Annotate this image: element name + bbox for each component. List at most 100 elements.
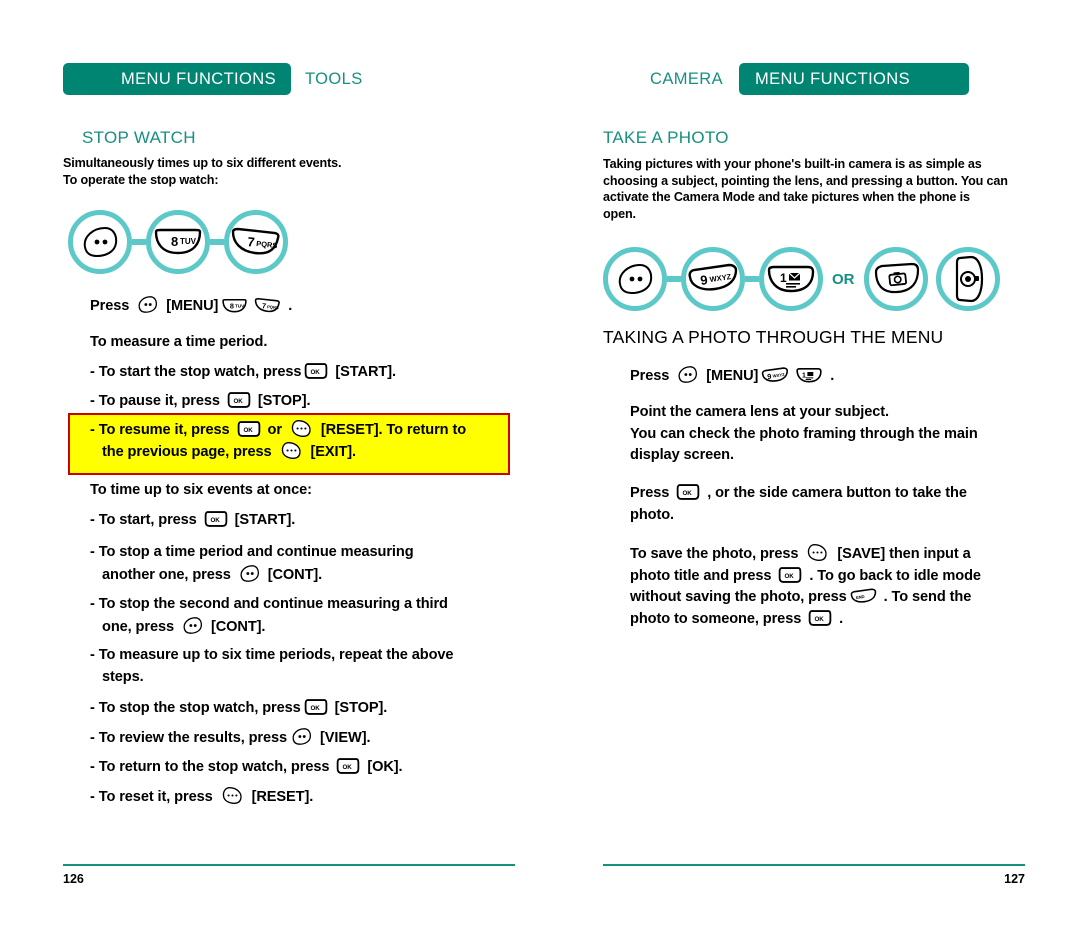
right-subtitle: TAKING A PHOTO THROUGH THE MENU [603,327,944,347]
keyflow-key-1: 1 [759,247,823,311]
left-step-repeat: - To measure up to six time periods, rep… [90,645,540,688]
highlight-text-mid: or [267,422,283,438]
camera-key-icon [870,262,922,296]
highlight-text-b: [EXIT]. [310,444,356,460]
left-page: MENU FUNCTIONS TOOLS STOP WATCH Simultan… [55,0,535,932]
ok-key-icon: OK [336,757,360,775]
step-text-b: [CONT]. [210,618,266,635]
right-press-paragraph: Press OK , or the side camera button to … [630,483,1060,526]
svg-text:8: 8 [171,234,178,249]
left-step-stop: - To stop the stop watch, press OK [STOP… [90,698,387,720]
left-footer-rule [63,864,515,866]
right-page-header: CAMERA MENU FUNCTIONS [650,63,969,95]
keyflow-key-7: 7 PQRS [224,210,288,274]
keyflow-connector [667,276,681,282]
right-page: CAMERA MENU FUNCTIONS TAKE A PHOTO Takin… [595,0,1075,932]
left-measure-heading: To measure a time period. [90,334,268,350]
step-text-pre: - To stop the stop watch, press [90,700,301,716]
svg-text:TUV: TUV [235,304,245,309]
key-7-icon: 7 PQRS [254,297,281,314]
ok-key-icon: OK [778,566,802,584]
highlight-text-a: - To resume it, press [90,422,230,438]
keyflow-connector [745,276,759,282]
right-intro-text: Taking pictures with your phone's built-… [603,157,1008,221]
step-text-post: [RESET]. [251,789,314,805]
save-text-a: without saving the photo, press [630,589,847,605]
key-8-icon: 8 TUV [152,227,204,257]
press-label: Press [90,298,130,314]
step-line-1: - To stop the second and continue measur… [90,596,448,612]
svg-text:OK: OK [310,705,320,712]
keyflow-camera-key [863,247,928,311]
svg-text:OK: OK [233,398,243,405]
step-text-pre: - To review the results, press [90,730,288,746]
press-text-line2: photo. [630,506,674,523]
step-text-b: [CONT]. [267,566,323,583]
left-step-cont-2: - To stop the second and continue measur… [90,594,530,638]
period: . [288,298,293,314]
save-text-b: . [839,610,844,627]
step-text-post: [STOP]. [334,700,388,716]
key-9-icon: 9 WXYZ [687,263,739,295]
left-page-number: 126 [63,872,84,886]
ok-key-icon: OK [227,391,251,409]
step-line-2: one, press [CONT]. [90,616,530,639]
manual-spread: MENU FUNCTIONS TOOLS STOP WATCH Simultan… [0,0,1080,932]
step-text-pre: - To start the stop watch, press [90,364,302,380]
keyflow-connector [210,239,224,245]
press-label: Press [630,368,670,384]
left-page-header: MENU FUNCTIONS TOOLS [63,63,363,95]
svg-text:OK: OK [311,369,321,376]
save-line-1: To save the photo, press [SAVE] then inp… [630,543,1070,566]
keyflow-softkey-left [68,210,132,274]
menu-label: [MENU] [166,298,219,314]
svg-text:TUV: TUV [180,237,197,246]
step-text-post: [STOP]. [257,393,311,409]
ok-key-icon: OK [808,609,832,627]
save-text-a: photo title and press [630,567,772,584]
press-label: Press [630,485,670,501]
right-keyflow: 9 WXYZ 1 OR [603,247,1000,311]
right-page-title: TAKE A PHOTO [603,128,729,147]
right-header-section: CAMERA [650,69,723,88]
right-point-paragraph: Point the camera lens at your subject. Y… [630,404,978,463]
ok-key-icon: OK [237,420,261,438]
left-keyflow: 8 TUV 7 PQRS [68,210,288,274]
svg-text:OK: OK [243,427,253,434]
softkey-right-icon [279,441,304,460]
svg-text:1: 1 [802,372,806,379]
left-header-band: MENU FUNCTIONS [63,63,291,95]
softkey-left-icon [136,295,159,314]
svg-text:OK: OK [785,572,795,579]
press-text-post: , or the side camera button to take the [707,485,967,501]
softkey-right-icon [220,786,245,805]
highlight-text-a: the previous page, press [102,444,272,460]
right-footer-rule [603,864,1025,866]
end-key-icon: END [850,588,877,605]
left-step-start: - To start the stop watch, press OK [STA… [90,362,396,384]
side-camera-button-icon [951,254,985,304]
left-step-cont-1: - To stop a time period and continue mea… [90,542,520,586]
svg-text:OK: OK [343,764,353,771]
save-line-2: photo title and press OK . To go back to… [630,566,1070,588]
step-text-pre: - To pause it, press [90,393,220,409]
softkey-left-icon [676,365,699,384]
left-step-return: - To return to the stop watch, press OK … [90,757,403,779]
step-text-pre: - To reset it, press [90,789,213,805]
ok-key-icon: OK [204,510,228,528]
step-line-1: - To measure up to six time periods, rep… [90,647,454,663]
right-page-number: 127 [1004,872,1025,886]
svg-text:OK: OK [683,490,693,497]
svg-text:OK: OK [210,517,220,524]
or-label: OR [832,270,855,288]
softkey-right-icon [289,419,314,438]
left-highlight-line1: - To resume it, press OK or [RESET]. To … [90,419,466,442]
svg-text:8: 8 [230,302,234,311]
softkey-left-icon [79,225,121,259]
key-1-icon: 1 [795,367,823,384]
step-text-post: [START]. [335,364,396,380]
step-text-post: [START]. [234,512,296,528]
left-press-line: Press [MENU] 8 TUV 7 PQRS . [90,295,292,318]
right-header-band: MENU FUNCTIONS [739,63,969,95]
softkey-right-icon [805,543,830,562]
